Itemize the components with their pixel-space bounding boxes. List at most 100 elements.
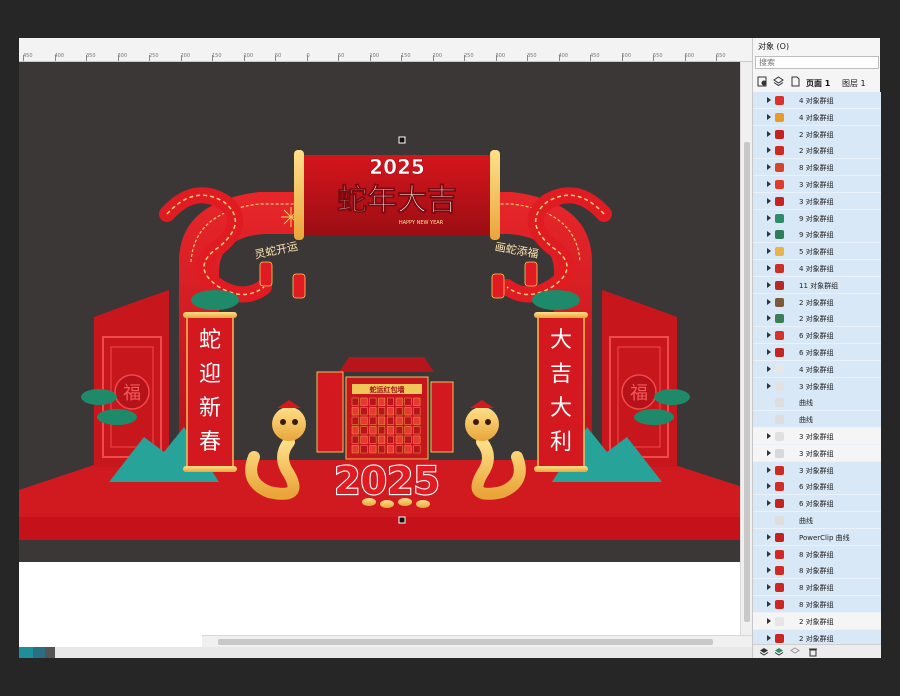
expand-arrow-icon[interactable] xyxy=(767,197,771,204)
object-tree-row[interactable]: 11 对象群组 xyxy=(753,276,881,294)
object-tree-row[interactable]: 3 对象群组 xyxy=(753,176,881,193)
object-tree-row[interactable]: 3 对象群组 xyxy=(753,461,881,479)
delete-icon[interactable] xyxy=(808,647,818,657)
new-layer-icon[interactable] xyxy=(759,647,769,657)
expand-arrow-icon[interactable] xyxy=(767,113,771,120)
expand-arrow-icon[interactable] xyxy=(767,147,771,154)
object-tree-row[interactable]: 2 对象群组 xyxy=(753,310,881,328)
object-tree-row[interactable]: 曲线 xyxy=(753,512,881,529)
horizontal-scrollbar[interactable] xyxy=(202,635,752,647)
object-tree-row[interactable]: 6 对象群组 xyxy=(753,478,881,496)
object-tree-row[interactable]: 4 对象群组 xyxy=(753,360,881,378)
object-tree-row[interactable]: 8 对象群组 xyxy=(753,545,881,563)
expand-arrow-icon[interactable] xyxy=(767,365,771,372)
layer-settings-icon[interactable] xyxy=(790,647,800,657)
expand-arrow-icon[interactable] xyxy=(767,281,771,288)
expand-arrow-icon[interactable] xyxy=(767,584,771,591)
expand-arrow-icon[interactable] xyxy=(767,449,771,456)
expand-arrow-icon[interactable] xyxy=(767,97,771,103)
expand-arrow-icon[interactable] xyxy=(767,382,771,389)
object-tree-row[interactable]: 6 对象群组 xyxy=(753,495,881,513)
expand-arrow-icon[interactable] xyxy=(767,634,771,641)
color-swatch[interactable] xyxy=(45,647,55,658)
expand-arrow-icon[interactable] xyxy=(767,315,771,322)
selection-handle-top[interactable] xyxy=(398,136,406,144)
horizontal-scroll-thumb[interactable] xyxy=(218,639,713,645)
expand-arrow-icon[interactable] xyxy=(767,298,771,305)
vertical-scroll-thumb[interactable] xyxy=(744,142,750,622)
new-year-arch-design[interactable]: 福 福 2025 蛇年大吉 HAPPY NEW YEAR 灵蛇开运 画蛇添福 蛇… xyxy=(19,62,752,562)
expand-arrow-icon[interactable] xyxy=(767,248,771,255)
object-thumbnail xyxy=(775,96,784,105)
expand-arrow-icon[interactable] xyxy=(767,483,771,490)
object-tree-row[interactable]: 8 对象群组 xyxy=(753,596,881,613)
search-input[interactable] xyxy=(755,56,879,69)
horizontal-ruler[interactable]: 450 400 350 300 250 200 150 100 50 0 50 100 150 200 25… xyxy=(19,38,752,62)
ruler-label: 350 xyxy=(527,53,537,59)
expand-arrow-icon[interactable] xyxy=(767,533,771,540)
object-tree-row[interactable]: 2 对象群组 xyxy=(753,125,881,143)
object-tree-row[interactable]: 8 对象群组 xyxy=(753,159,881,177)
expand-arrow-icon[interactable] xyxy=(767,550,771,557)
object-thumbnail xyxy=(775,112,784,122)
banner-title: 蛇年大吉 xyxy=(337,183,457,218)
selection-handle-bottom[interactable] xyxy=(398,516,406,524)
object-tree-row[interactable]: 3 对象群组 xyxy=(753,192,881,210)
expand-arrow-icon[interactable] xyxy=(767,332,771,339)
object-tree-row[interactable]: 3 对象群组 xyxy=(753,444,881,462)
red-envelope xyxy=(404,416,412,425)
object-tree-row[interactable]: 2 对象群组 xyxy=(753,629,881,644)
object-tree-row[interactable]: 6 对象群组 xyxy=(753,327,881,345)
object-tree-row[interactable]: 4 对象群组 xyxy=(753,92,881,109)
color-swatch[interactable] xyxy=(33,647,45,658)
object-tree-row[interactable]: 2 对象群组 xyxy=(753,293,881,311)
object-tree-row[interactable]: 6 对象群组 xyxy=(753,344,881,361)
object-tree-row[interactable]: 4 对象群组 xyxy=(753,108,881,126)
expand-arrow-icon[interactable] xyxy=(767,181,771,187)
artboard[interactable]: 福 福 2025 蛇年大吉 HAPPY NEW YEAR 灵蛇开运 画蛇添福 蛇… xyxy=(19,62,752,562)
layers-icon[interactable] xyxy=(773,76,784,87)
new-master-layer-icon[interactable] xyxy=(774,647,784,657)
object-tree-row[interactable]: 2 对象群组 xyxy=(753,612,881,630)
page-options-icon[interactable] xyxy=(757,76,768,87)
expand-arrow-icon[interactable] xyxy=(767,265,771,271)
object-thumbnail xyxy=(775,213,784,223)
expand-arrow-icon[interactable] xyxy=(767,601,771,607)
expand-arrow-icon[interactable] xyxy=(767,349,771,355)
red-envelope xyxy=(413,397,421,406)
object-tree-row[interactable]: 2 对象群组 xyxy=(753,142,881,160)
layer-label[interactable]: 图层 1 xyxy=(842,78,866,89)
expand-arrow-icon[interactable] xyxy=(767,433,771,439)
right-lattice-screen xyxy=(602,290,677,467)
object-tree-row[interactable]: 曲线 xyxy=(753,411,881,429)
page-icon[interactable] xyxy=(790,76,801,87)
object-tree-row[interactable]: 3 对象群组 xyxy=(753,377,881,395)
object-tree-row[interactable]: PowerClip 曲线 xyxy=(753,528,881,546)
object-tree-row[interactable]: 8 对象群组 xyxy=(753,562,881,580)
page-label[interactable]: 页面 1 xyxy=(806,78,830,89)
expand-arrow-icon[interactable] xyxy=(767,466,771,473)
object-tree-row[interactable]: 3 对象群组 xyxy=(753,428,881,445)
expand-arrow-icon[interactable] xyxy=(767,130,771,137)
expand-arrow-icon[interactable] xyxy=(767,567,771,574)
object-tree-row[interactable]: 9 对象群组 xyxy=(753,226,881,244)
expand-arrow-icon[interactable] xyxy=(767,231,771,238)
expand-arrow-icon[interactable] xyxy=(767,617,771,624)
expand-arrow-icon[interactable] xyxy=(767,214,771,221)
object-tree-row[interactable]: 9 对象群组 xyxy=(753,209,881,227)
object-tree-row[interactable]: 8 对象群组 xyxy=(753,579,881,597)
canvas-window[interactable]: 450 400 350 300 250 200 150 100 50 0 50 100 150 200 25… xyxy=(19,38,752,658)
expand-arrow-icon[interactable] xyxy=(767,164,771,171)
object-label: 8 对象群组 xyxy=(799,584,834,593)
color-swatch[interactable] xyxy=(19,647,33,658)
expand-arrow-icon[interactable] xyxy=(767,500,771,507)
object-tree-row[interactable]: 曲线 xyxy=(753,394,881,412)
vertical-scrollbar[interactable] xyxy=(740,62,752,635)
red-envelope xyxy=(360,397,368,406)
object-tree-row[interactable]: 4 对象群组 xyxy=(753,260,881,277)
pasteboard[interactable] xyxy=(19,562,752,635)
red-envelope xyxy=(387,445,394,454)
object-tree-row[interactable]: 5 对象群组 xyxy=(753,243,881,261)
red-envelope xyxy=(404,445,412,454)
object-thumbnail xyxy=(775,516,784,525)
